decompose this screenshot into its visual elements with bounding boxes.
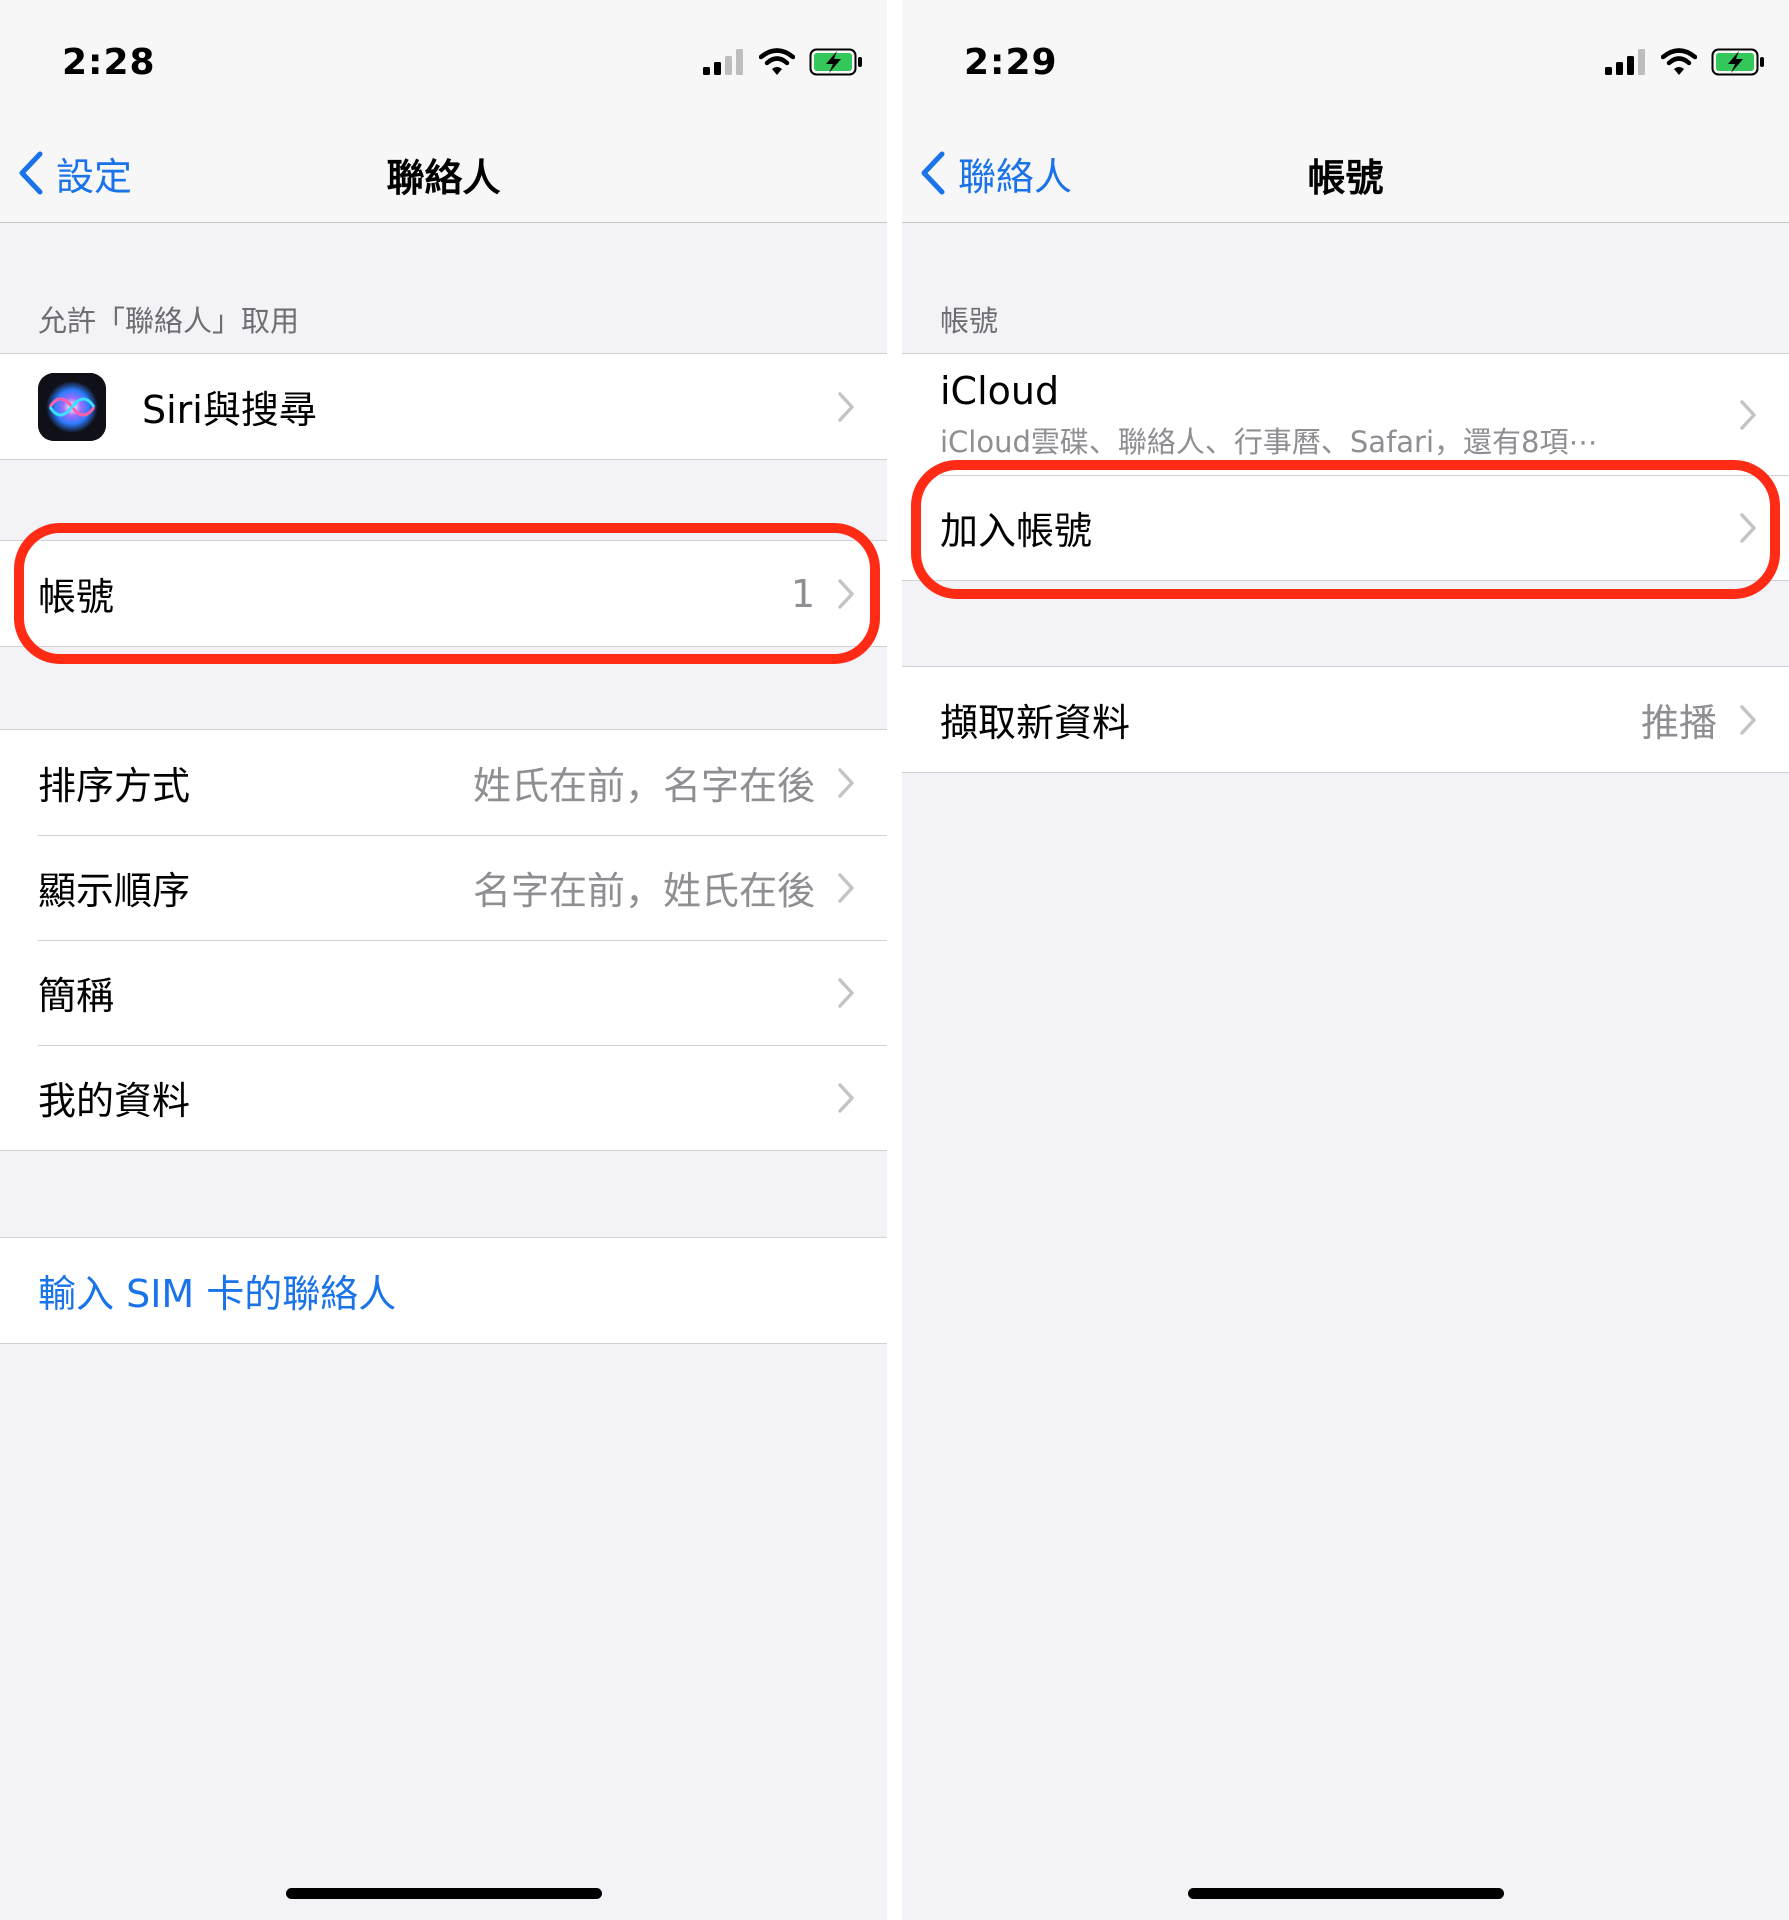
fetch-group: 擷取新資料 推播 bbox=[902, 666, 1789, 773]
row-label: 擷取新資料 bbox=[940, 701, 1131, 745]
icloud-account-row[interactable]: iCloud iCloud雲碟、聯絡人、行事曆、Safari，還有8項⋯ bbox=[902, 354, 1789, 475]
home-indicator bbox=[285, 1888, 602, 1899]
accounts-row[interactable]: 帳號 1 bbox=[0, 541, 887, 646]
chevron-right-icon bbox=[838, 977, 854, 1008]
wifi-icon bbox=[759, 48, 795, 75]
section-header: 允許「聯絡人」取用 bbox=[38, 304, 300, 338]
chevron-right-icon bbox=[1740, 512, 1756, 543]
battery-charging-icon bbox=[1711, 48, 1764, 76]
my-info-row[interactable]: 我的資料 bbox=[0, 1045, 887, 1150]
siri-search-row[interactable]: Siri與搜尋 bbox=[0, 354, 887, 459]
row-value: 推播 bbox=[1640, 701, 1717, 745]
status-bar: 2:28 bbox=[0, 0, 887, 125]
row-label: 我的資料 bbox=[38, 1079, 191, 1123]
row-label: 簡稱 bbox=[38, 974, 115, 1018]
row-label: 排序方式 bbox=[38, 764, 191, 808]
short-name-row[interactable]: 簡稱 bbox=[0, 940, 887, 1045]
row-label: 顯示順序 bbox=[38, 869, 191, 913]
accounts-group: 帳號 1 bbox=[0, 540, 887, 647]
status-bar: 2:29 bbox=[902, 0, 1789, 125]
import-sim-contacts-label: 輸入 SIM 卡的聯絡人 bbox=[38, 1272, 397, 1316]
display-order-row[interactable]: 顯示順序 名字在前，姓氏在後 bbox=[0, 835, 887, 940]
row-label: 加入帳號 bbox=[940, 509, 1093, 553]
cellular-signal-icon bbox=[703, 49, 743, 75]
chevron-right-icon bbox=[1740, 704, 1756, 735]
status-time: 2:29 bbox=[964, 42, 1058, 83]
accounts-list-group: iCloud iCloud雲碟、聯絡人、行事曆、Safari，還有8項⋯ 加入帳… bbox=[902, 353, 1789, 581]
status-icons bbox=[703, 48, 863, 76]
battery-charging-icon bbox=[809, 48, 862, 76]
sort-order-row[interactable]: 排序方式 姓氏在前，名字在後 bbox=[0, 730, 887, 835]
display-settings-group: 排序方式 姓氏在前，名字在後 顯示順序 名字在前，姓氏在後 簡稱 我的資料 bbox=[0, 729, 887, 1151]
icloud-subtitle: iCloud雲碟、聯絡人、行事曆、Safari，還有8項⋯ bbox=[940, 424, 1598, 459]
wifi-icon bbox=[1661, 48, 1697, 75]
chevron-right-icon bbox=[1740, 399, 1756, 430]
accounts-count: 1 bbox=[790, 571, 815, 616]
navigation-bar: 設定 聯絡人 bbox=[0, 125, 887, 223]
row-value: 姓氏在前，名字在後 bbox=[472, 764, 815, 808]
add-account-row[interactable]: 加入帳號 bbox=[902, 475, 1789, 580]
page-title: 帳號 bbox=[1307, 156, 1384, 200]
row-label: Siri與搜尋 bbox=[142, 388, 317, 432]
home-indicator bbox=[1187, 1888, 1504, 1899]
navigation-bar: 聯絡人 帳號 bbox=[902, 125, 1789, 223]
status-icons bbox=[1605, 48, 1765, 76]
row-value: 名字在前，姓氏在後 bbox=[472, 869, 815, 913]
siri-group: Siri與搜尋 bbox=[0, 353, 887, 460]
cellular-signal-icon bbox=[1605, 49, 1645, 75]
chevron-right-icon bbox=[838, 767, 854, 798]
contacts-settings-screen: 2:28 設定 聯絡人 允許「聯絡人」取用 Siri與搜尋 帳號 1 排序方式 … bbox=[0, 0, 887, 1920]
status-time: 2:28 bbox=[62, 42, 156, 83]
icloud-title: iCloud bbox=[940, 368, 1060, 413]
chevron-right-icon bbox=[838, 578, 854, 609]
sim-import-group: 輸入 SIM 卡的聯絡人 bbox=[0, 1237, 887, 1344]
section-header: 帳號 bbox=[940, 304, 999, 338]
chevron-right-icon bbox=[838, 872, 854, 903]
chevron-right-icon bbox=[838, 1082, 854, 1113]
accounts-screen: 2:29 聯絡人 帳號 帳號 iCloud iCloud雲碟、聯絡人、行事曆、S… bbox=[902, 0, 1789, 1920]
row-label: 帳號 bbox=[38, 575, 115, 619]
chevron-right-icon bbox=[838, 391, 854, 422]
siri-icon bbox=[38, 372, 106, 441]
page-title: 聯絡人 bbox=[386, 156, 501, 200]
import-sim-contacts-button[interactable]: 輸入 SIM 卡的聯絡人 bbox=[0, 1238, 887, 1343]
fetch-new-data-row[interactable]: 擷取新資料 推播 bbox=[902, 667, 1789, 772]
icloud-text: iCloud iCloud雲碟、聯絡人、行事曆、Safari，還有8項⋯ bbox=[940, 369, 1699, 461]
